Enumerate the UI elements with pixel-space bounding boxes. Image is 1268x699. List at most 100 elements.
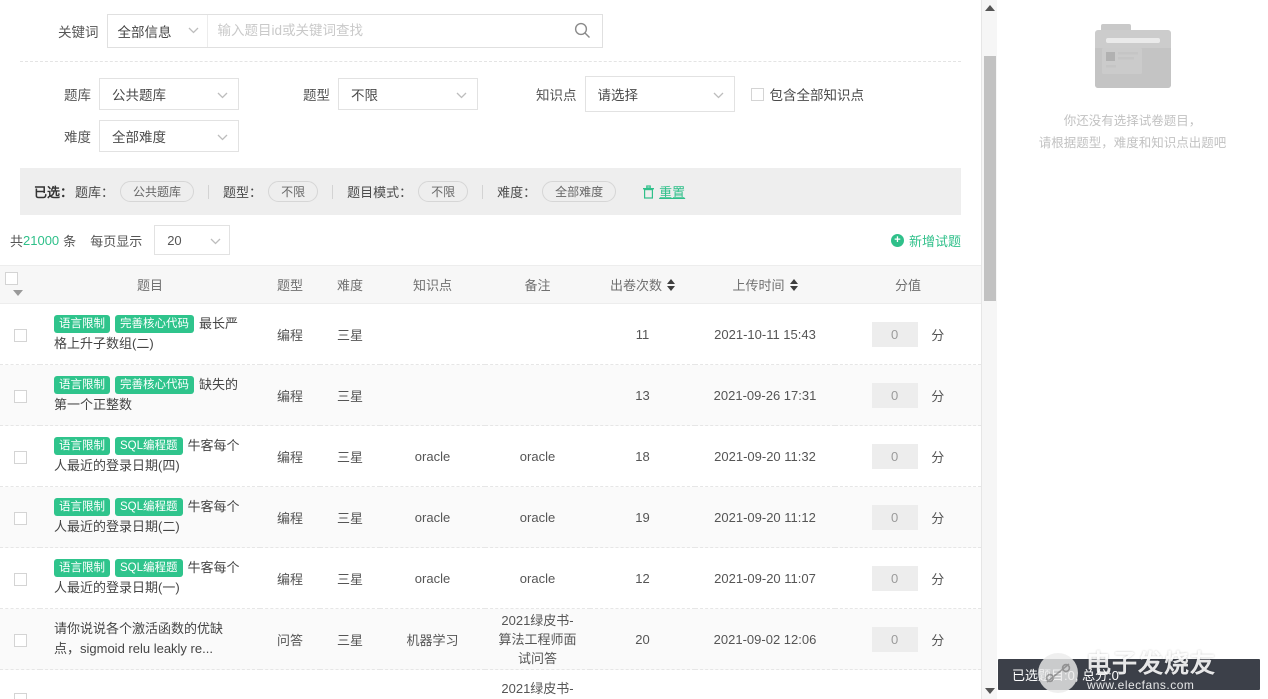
chevron-down-icon: [210, 233, 221, 248]
include-all-knowledge-checkbox[interactable]: 包含全部知识点: [750, 84, 864, 104]
list-toolbar: 共 21000 条 每页显示 20 + 新增试题: [0, 215, 981, 265]
score-input[interactable]: 0: [871, 321, 918, 347]
row-checkbox[interactable]: [13, 511, 27, 525]
question-title[interactable]: 请你说说各个激活函数的优缺点，sigmoid relu leakly re...: [54, 621, 223, 656]
difficulty-select[interactable]: 全部难度: [99, 120, 239, 152]
score-input[interactable]: 0: [871, 382, 918, 408]
search-input[interactable]: [207, 14, 564, 47]
question-tag: 完善核心代码: [115, 376, 194, 394]
sort-icon[interactable]: [789, 278, 798, 291]
row-count: 19: [590, 486, 695, 548]
type-select[interactable]: 不限: [338, 78, 478, 110]
reset-button[interactable]: 重置: [642, 182, 685, 201]
table-row[interactable]: 语言限制 SQL编程题 牛客每个人最近的登录日期(二) 编程 三星 oracle o…: [0, 486, 981, 548]
empty-line-1: 你还没有选择试卷题目，: [1063, 114, 1202, 128]
row-title-cell: 请你说说各个激活函数的优缺点，sigmoid relu leakly re...: [40, 608, 260, 670]
sort-icon[interactable]: [667, 278, 675, 291]
row-remark: 2021绿皮书-算法工程师面试问答: [485, 608, 590, 670]
divider: [332, 184, 334, 199]
row-type: 编程: [260, 303, 320, 365]
table-row[interactable]: 语言限制 完善核心代码 最长严格上升子数组(二) 编程 三星 11 2021-10-…: [0, 303, 981, 365]
selected-key-mode: 题目模式：: [347, 185, 413, 200]
row-select-cell: [0, 547, 40, 609]
row-remark: oracle: [485, 486, 590, 548]
bank-value: 公共题库: [112, 88, 166, 103]
page-scrollbar[interactable]: [981, 0, 997, 699]
total-count: 21000: [23, 232, 60, 248]
table-row[interactable]: 语言限制 完善核心代码 缺失的第一个正整数 编程 三星 13 2021-09-26 …: [0, 364, 981, 426]
filter-card: 关键词 全部信息 输入题目id或关键词查找 题库 公共题库 题型 不限 知识点 …: [0, 0, 981, 156]
col-knowledge: 知识点: [380, 265, 485, 304]
row-score-cell: 0 分: [835, 425, 981, 487]
row-checkbox[interactable]: [13, 633, 27, 647]
score-input[interactable]: 0: [871, 504, 918, 530]
divider: [482, 184, 484, 199]
row-difficulty: 三星: [320, 303, 380, 365]
empty-state: 你还没有选择试卷题目， 请根据题型，难度和知识点出题吧: [997, 0, 1268, 154]
scrollbar-thumb[interactable]: [984, 56, 996, 301]
filter-row-primary: 题库 公共题库 题型 不限 知识点 请选择 包含全部知识点: [20, 74, 961, 114]
row-difficulty: 三星: [320, 486, 380, 548]
row-title-cell: 语言限制 完善核心代码 最长严格上升子数组(二): [40, 303, 260, 365]
row-select-cell: [0, 425, 40, 487]
row-score-cell: [835, 669, 981, 699]
selection-status-bar: 已选题目:0, 总分:0: [998, 659, 1260, 690]
score-unit: 分: [931, 632, 945, 648]
exam-question-picker-page: 关键词 全部信息 输入题目id或关键词查找 题库 公共题库 题型 不限 知识点 …: [0, 0, 1268, 699]
knowledge-select[interactable]: 请选择: [584, 76, 735, 112]
row-time: 2021-09-20 11:32: [695, 425, 835, 487]
row-score-cell: 0 分: [835, 303, 981, 365]
question-tag: 语言限制: [54, 376, 110, 394]
selected-pill-mode[interactable]: 不限: [418, 181, 469, 202]
row-checkbox[interactable]: [13, 389, 27, 403]
row-checkbox[interactable]: [13, 450, 27, 464]
selected-pill-bank[interactable]: 公共题库: [120, 181, 195, 202]
selected-key-difficulty: 难度：: [497, 185, 537, 200]
table-row[interactable]: 请你说说各个激活函数的优缺点，sigmoid relu leakly re...…: [0, 608, 981, 670]
scroll-up-arrow-icon[interactable]: [982, 0, 998, 16]
col-count[interactable]: 出卷次数: [590, 265, 695, 304]
divider: [208, 184, 210, 199]
select-all-checkbox[interactable]: [5, 271, 18, 285]
selected-pill-type[interactable]: 不限: [268, 181, 319, 202]
score-input[interactable]: 0: [871, 443, 918, 469]
keyword-search-box: 全部信息: [106, 13, 603, 48]
row-type: 编程: [260, 547, 320, 609]
bank-select[interactable]: 公共题库: [99, 78, 239, 110]
row-select-cell: [0, 303, 40, 365]
col-time[interactable]: 上传时间: [695, 265, 835, 304]
chevron-down-icon[interactable]: [13, 290, 23, 297]
row-type: 编程: [260, 425, 320, 487]
row-checkbox[interactable]: [13, 692, 27, 699]
row-remark: [485, 364, 590, 426]
table-row[interactable]: 语言限制 SQL编程题 牛客每个人最近的登录日期(四) 编程 三星 oracle o…: [0, 425, 981, 487]
table-row[interactable]: 语言限制 SQL编程题 牛客每个人最近的登录日期(一) 编程 三星 oracle o…: [0, 547, 981, 609]
score-unit: 分: [931, 327, 945, 343]
row-checkbox[interactable]: [13, 328, 27, 342]
per-page-select[interactable]: 20: [154, 225, 231, 255]
add-question-button[interactable]: + 新增试题: [890, 231, 961, 250]
chevron-down-icon: [217, 87, 228, 102]
score-unit: 分: [931, 571, 945, 587]
question-tag: 语言限制: [54, 437, 110, 455]
difficulty-filter: 难度 全部难度: [64, 120, 239, 152]
type-value: 不限: [351, 88, 378, 103]
row-checkbox[interactable]: [13, 572, 27, 586]
score-input[interactable]: 0: [871, 565, 918, 591]
question-tag: 语言限制: [54, 315, 110, 333]
chevron-down-icon: [713, 87, 724, 102]
scroll-down-arrow-icon[interactable]: [982, 683, 998, 699]
search-icon[interactable]: [564, 15, 602, 47]
score-input[interactable]: 0: [871, 626, 918, 652]
table-body: 语言限制 完善核心代码 最长严格上升子数组(二) 编程 三星 11 2021-10-…: [0, 303, 981, 699]
add-question-label: 新增试题: [908, 233, 961, 249]
row-time: 2021-09-26 17:31: [695, 364, 835, 426]
keyword-scope-select[interactable]: 全部信息: [108, 14, 208, 47]
row-time: 2021-09-02 12:06: [695, 608, 835, 670]
table-row[interactable]: 2021绿皮书-算法: [0, 669, 981, 699]
knowledge-filter: 知识点 请选择: [536, 76, 735, 112]
selected-pill-difficulty[interactable]: 全部难度: [542, 181, 617, 202]
selected-key-type: 题型：: [223, 185, 263, 200]
type-filter: 题型 不限: [303, 78, 478, 110]
keyword-filter-row: 关键词 全部信息: [20, 0, 961, 62]
